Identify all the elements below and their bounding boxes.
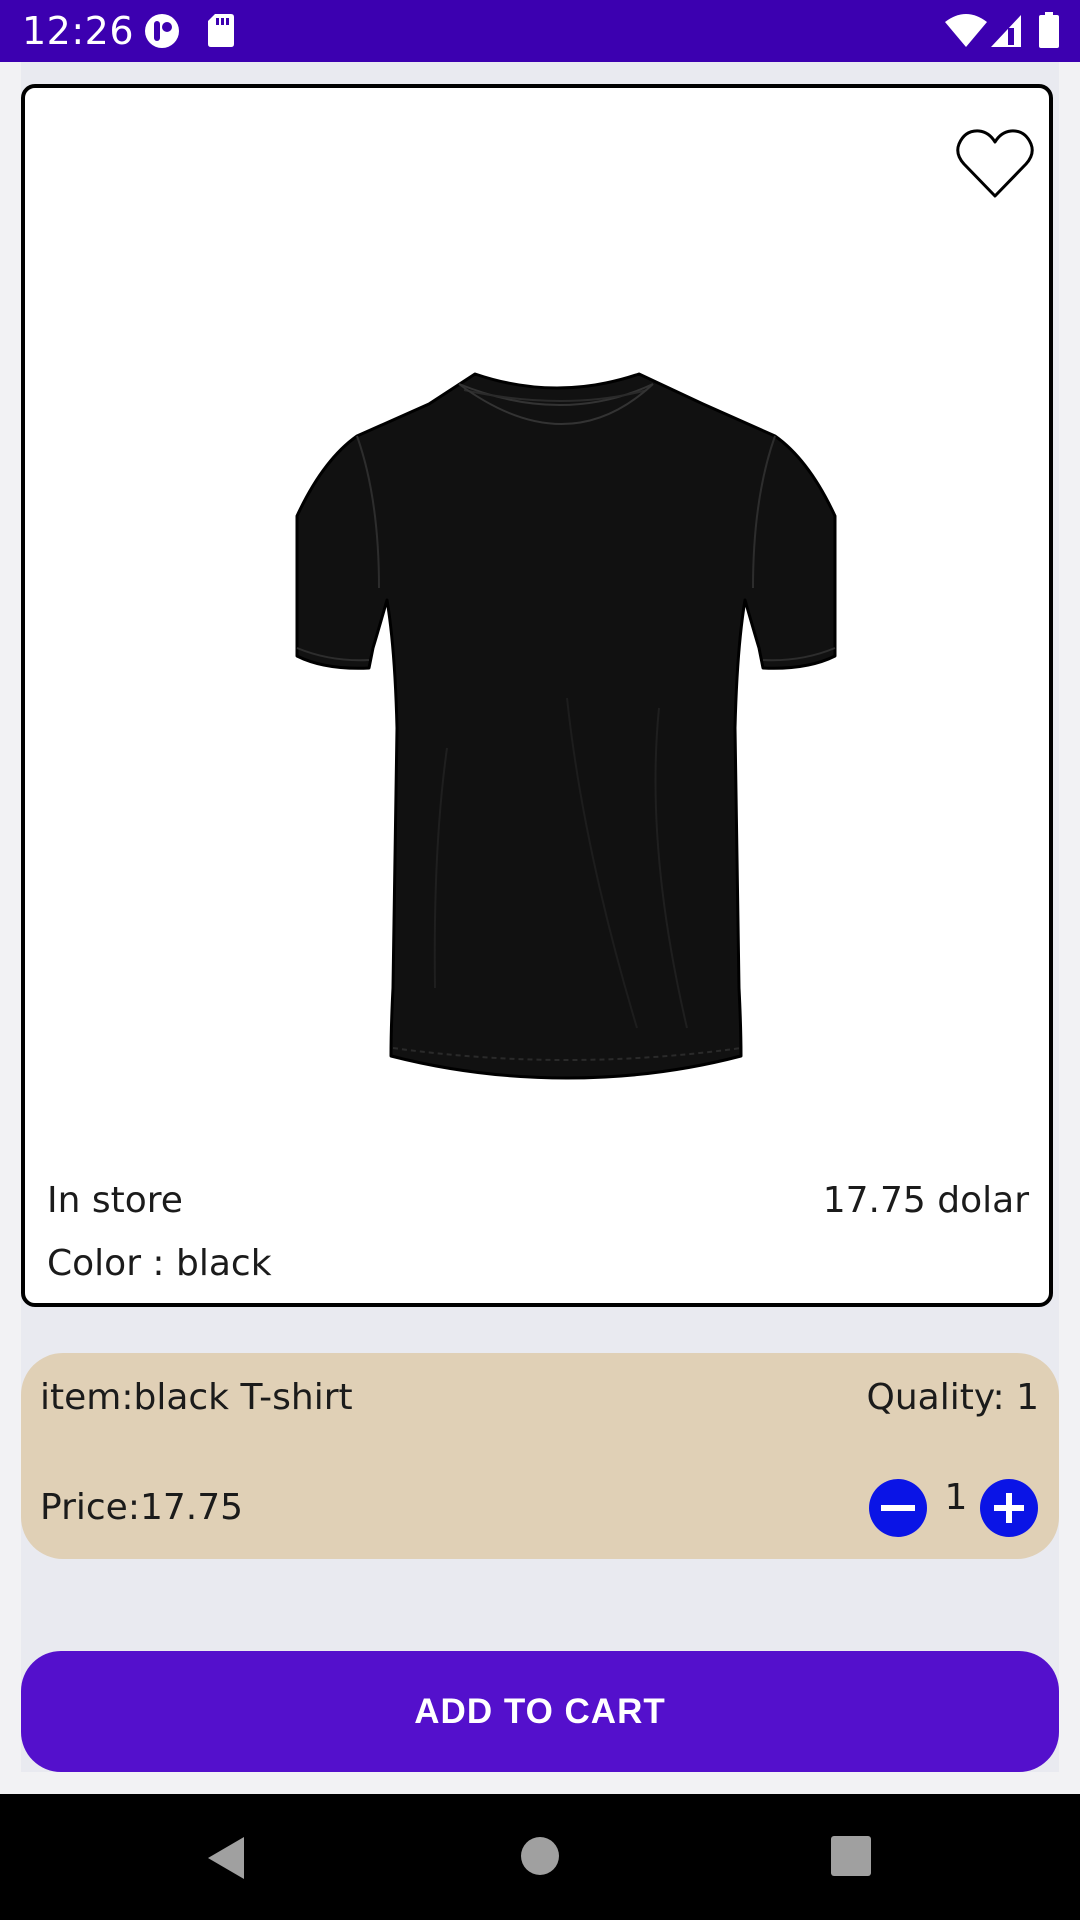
- quantity-value: 1: [944, 1477, 968, 1518]
- cart-item-row: item:black T-shirt Quality: 1 Price:17.7…: [21, 1353, 1059, 1559]
- wifi-icon: [944, 14, 988, 53]
- add-to-cart-button[interactable]: ADD TO CART: [21, 1651, 1059, 1772]
- minus-circle-icon: [881, 1505, 915, 1511]
- cart-price: Price:17.75: [40, 1487, 244, 1528]
- sd-card-icon: [207, 12, 235, 53]
- increment-button[interactable]: [980, 1479, 1038, 1537]
- decrement-button[interactable]: [869, 1479, 927, 1537]
- status-time: 12:26: [22, 9, 135, 53]
- recents-square-icon[interactable]: [831, 1836, 871, 1881]
- product-card[interactable]: In store 17.75 dolar Color : black: [21, 84, 1053, 1307]
- navigation-bar: [0, 1794, 1080, 1920]
- black-tshirt-image: [267, 288, 867, 1118]
- product-color: Color : black: [47, 1243, 272, 1284]
- cart-quality: Quality: 1: [866, 1377, 1040, 1418]
- back-triangle-icon[interactable]: [204, 1834, 248, 1887]
- battery-icon: [1038, 12, 1060, 53]
- home-circle-icon[interactable]: [520, 1836, 560, 1881]
- stock-status: In store: [47, 1180, 183, 1221]
- signal-icon: [990, 14, 1022, 53]
- cart-item-name: item:black T-shirt: [40, 1377, 353, 1418]
- plus-circle-icon: [994, 1493, 1024, 1523]
- heart-outline-icon[interactable]: [953, 124, 1037, 208]
- product-price: 17.75 dolar: [822, 1180, 1029, 1221]
- status-bar: 12:26: [0, 0, 1080, 62]
- record-icon: [143, 12, 181, 55]
